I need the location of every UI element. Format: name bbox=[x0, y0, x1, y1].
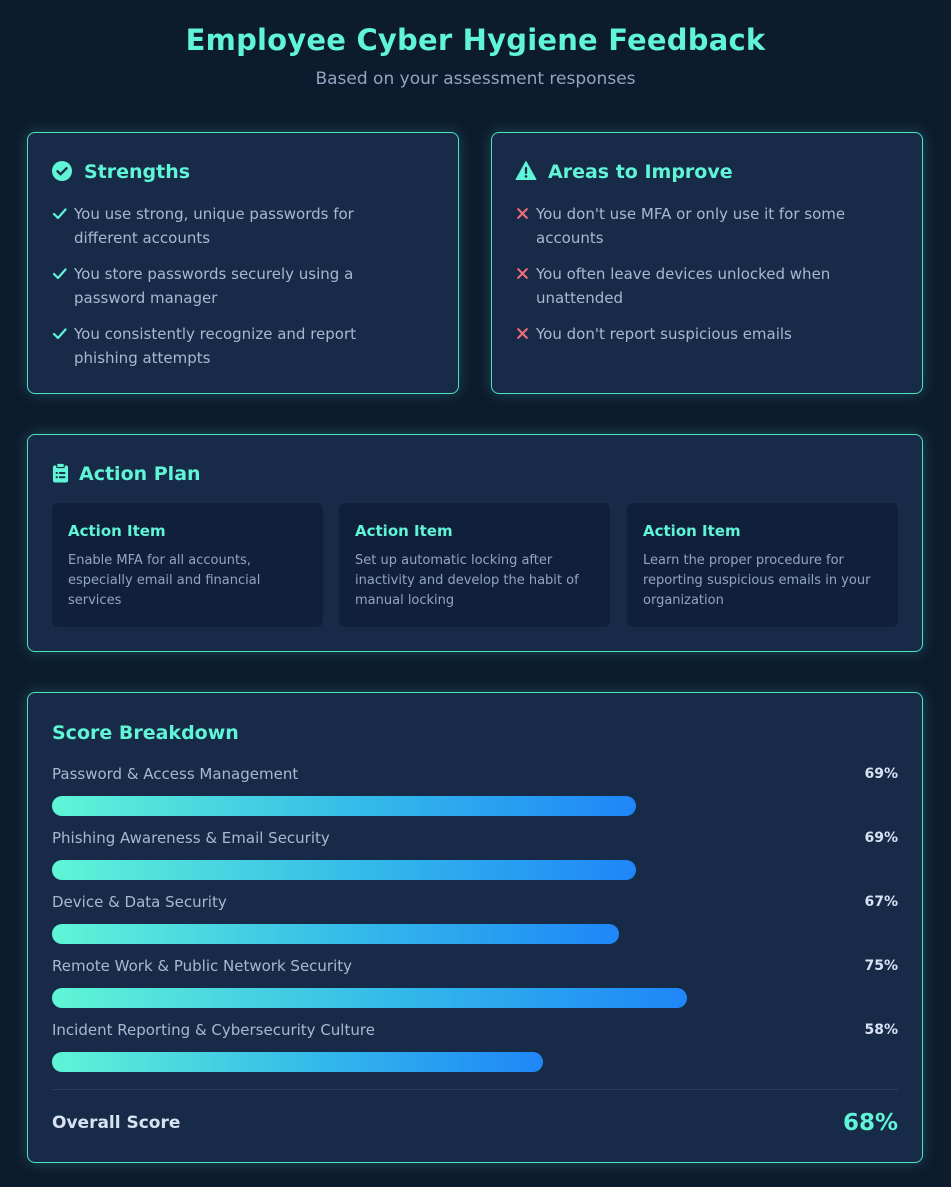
score-value: 69% bbox=[864, 830, 898, 846]
score-value: 67% bbox=[864, 894, 898, 910]
page-subtitle: Based on your assessment responses bbox=[315, 69, 636, 89]
check-icon bbox=[52, 208, 67, 220]
score-row: Phishing Awareness & Email Security 69% bbox=[52, 828, 898, 882]
score-bar bbox=[52, 988, 687, 1008]
strengths-list: You use strong, unique passwords for dif… bbox=[52, 202, 422, 370]
cross-icon bbox=[517, 208, 528, 219]
score-label: Incident Reporting & Cybersecurity Cultu… bbox=[52, 1021, 375, 1039]
check-icon bbox=[52, 268, 67, 280]
action-plan-title: Action Plan bbox=[79, 463, 201, 485]
score-row: Password & Access Management 69% bbox=[52, 764, 898, 818]
score-row: Remote Work & Public Network Security 75… bbox=[52, 956, 898, 1010]
score-row: Incident Reporting & Cybersecurity Cultu… bbox=[52, 1020, 898, 1074]
strength-item: You consistently recognize and report ph… bbox=[52, 322, 422, 370]
improve-text: You often leave devices unlocked when un… bbox=[536, 265, 831, 307]
action-item-text: Enable MFA for all accounts, especially … bbox=[68, 553, 261, 608]
action-item-card: Action Item Learn the proper procedure f… bbox=[627, 503, 898, 627]
check-icon bbox=[52, 328, 67, 340]
page-title: Employee Cyber Hygiene Feedback bbox=[185, 23, 766, 57]
improve-title: Areas to Improve bbox=[548, 161, 733, 183]
improve-card: Areas to Improve You don't use MFA or on… bbox=[491, 132, 923, 394]
improve-item: You don't report suspicious emails bbox=[516, 322, 906, 346]
action-plan-card: Action Plan Action Item Enable MFA for a… bbox=[27, 434, 923, 652]
score-bar bbox=[52, 924, 619, 944]
overall-score-value: 68% bbox=[842, 1110, 898, 1136]
divider bbox=[52, 1089, 898, 1090]
improve-item: You don't use MFA or only use it for som… bbox=[516, 202, 906, 250]
action-item-text: Set up automatic locking after inactivit… bbox=[355, 553, 579, 608]
score-value: 75% bbox=[864, 958, 898, 974]
clipboard-icon bbox=[52, 462, 69, 483]
score-row: Device & Data Security 67% bbox=[52, 892, 898, 946]
score-label: Phishing Awareness & Email Security bbox=[52, 829, 330, 847]
strengths-card: Strengths You use strong, unique passwor… bbox=[27, 132, 459, 394]
strength-text: You store passwords securely using a pas… bbox=[74, 265, 354, 307]
action-item-card: Action Item Enable MFA for all accounts,… bbox=[52, 503, 323, 627]
check-circle-icon bbox=[52, 161, 72, 181]
improve-text: You don't use MFA or only use it for som… bbox=[536, 205, 846, 247]
score-label: Device & Data Security bbox=[52, 893, 227, 911]
strength-item: You store passwords securely using a pas… bbox=[52, 262, 422, 310]
score-label: Remote Work & Public Network Security bbox=[52, 957, 353, 975]
score-value: 58% bbox=[864, 1022, 898, 1038]
improve-text: You don't report suspicious emails bbox=[536, 325, 792, 343]
cross-icon bbox=[517, 268, 528, 279]
cross-icon bbox=[517, 328, 528, 339]
overall-score-label: Overall Score bbox=[52, 1113, 181, 1133]
action-item-card: Action Item Set up automatic locking aft… bbox=[339, 503, 610, 627]
action-item-text: Learn the proper procedure for reporting… bbox=[643, 553, 871, 608]
score-label: Password & Access Management bbox=[52, 765, 299, 783]
score-breakdown-card: Score Breakdown Password & Access Manage… bbox=[27, 692, 923, 1163]
improve-list: You don't use MFA or only use it for som… bbox=[516, 202, 906, 346]
strengths-title: Strengths bbox=[84, 161, 191, 183]
score-bar bbox=[52, 860, 636, 880]
score-bar bbox=[52, 796, 636, 816]
action-item-title: Action Item bbox=[68, 522, 166, 540]
action-item-title: Action Item bbox=[355, 522, 453, 540]
score-bar bbox=[52, 1052, 543, 1072]
strength-text: You consistently recognize and report ph… bbox=[74, 325, 357, 367]
action-item-title: Action Item bbox=[643, 522, 741, 540]
strength-item: You use strong, unique passwords for dif… bbox=[52, 202, 422, 250]
score-breakdown-title: Score Breakdown bbox=[52, 722, 239, 744]
warning-triangle-icon bbox=[515, 161, 537, 180]
improve-item: You often leave devices unlocked when un… bbox=[516, 262, 906, 310]
strength-text: You use strong, unique passwords for dif… bbox=[74, 205, 354, 247]
score-value: 69% bbox=[864, 766, 898, 782]
